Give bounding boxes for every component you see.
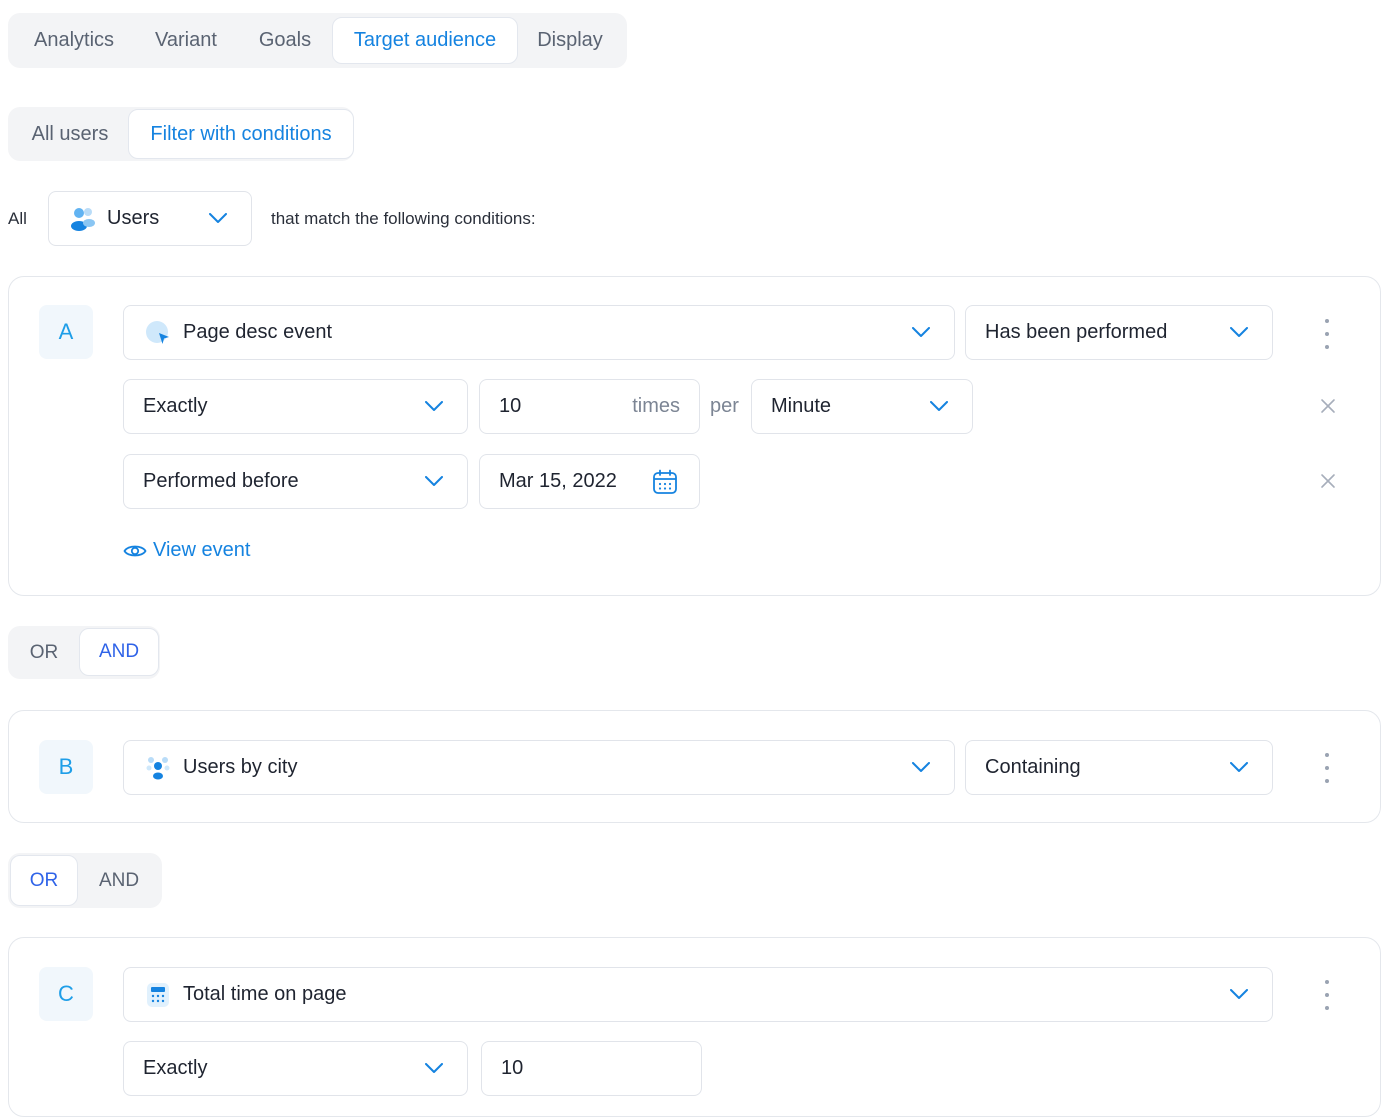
time-mode-value: Performed before [143,470,299,492]
chevron-down-icon [425,400,443,411]
view-event-link[interactable]: View event [123,539,250,562]
users-icon [69,206,97,238]
close-icon[interactable] [1320,473,1336,489]
tab-analytics[interactable]: Analytics [18,17,130,64]
event-select[interactable]: Page desc event [123,305,955,360]
condition-badge: B [39,740,93,794]
cursor-click-icon [145,320,171,352]
chevron-down-icon [1230,761,1248,772]
period-select[interactable]: Minute [751,379,973,434]
count-input-value: 10 [499,395,522,417]
chevron-down-icon [1230,326,1248,337]
condition-card-c: C Total time on page Exactly 10 [8,937,1381,1117]
condition-card-a: A Page desc event Has been performed Exa… [8,276,1381,596]
count-unit: times [632,395,680,417]
event-select-value: Page desc event [183,321,332,343]
or-option[interactable]: OR [12,629,76,676]
more-options-icon[interactable] [1317,753,1337,783]
chevron-down-icon [912,326,930,337]
operator-select[interactable]: Has been performed [965,305,1273,360]
operator-select-value: Containing [985,756,1081,778]
date-input-value: Mar 15, 2022 [499,470,617,492]
chevron-down-icon [425,1062,443,1073]
frequency-mode-value: Exactly [143,395,208,417]
calendar-icon[interactable] [652,469,678,501]
audience-mode-toggle: All users Filter with conditions [8,107,354,161]
match-prefix: All [8,209,27,228]
filter-with-conditions-option[interactable]: Filter with conditions [128,109,354,159]
or-option[interactable]: OR [10,855,78,906]
chevron-down-icon [425,475,443,486]
more-options-icon[interactable] [1317,319,1337,349]
match-suffix: that match the following conditions: [271,209,536,228]
tab-variant[interactable]: Variant [140,17,232,64]
operator-select-value: Has been performed [985,321,1168,343]
attribute-select-value: Users by city [183,756,298,778]
attribute-select[interactable]: Users by city [123,740,955,795]
calculator-icon [145,982,171,1014]
all-users-option[interactable]: All users [16,110,124,158]
chevron-down-icon [912,761,930,772]
comparison-mode-value: Exactly [143,1057,208,1079]
close-icon[interactable] [1320,398,1336,414]
tab-goals[interactable]: Goals [244,17,326,64]
top-tabs: Analytics Variant Goals Target audience … [8,13,627,68]
view-event-label: View event [153,539,251,561]
eye-icon [123,542,147,560]
more-options-icon[interactable] [1317,980,1337,1010]
value-input-value: 10 [501,1057,524,1079]
chevron-down-icon [1230,988,1248,999]
count-input[interactable]: 10 times [479,379,700,434]
period-select-value: Minute [771,395,832,417]
tab-display[interactable]: Display [524,17,616,64]
and-option[interactable]: AND [82,856,156,905]
value-input[interactable]: 10 [481,1041,702,1096]
condition-badge: C [39,967,93,1021]
comparison-mode-select[interactable]: Exactly [123,1041,468,1096]
per-label: per [710,395,739,417]
entity-select-value: Users [107,207,160,229]
chevron-down-icon [209,212,227,223]
entity-select[interactable]: Users [48,191,252,246]
users-group-icon [145,755,171,787]
frequency-mode-select[interactable]: Exactly [123,379,468,434]
tab-target-audience[interactable]: Target audience [332,17,518,64]
chevron-down-icon [930,400,948,411]
metric-select[interactable]: Total time on page [123,967,1273,1022]
time-mode-select[interactable]: Performed before [123,454,468,509]
logic-toggle-2: OR AND [8,853,162,908]
logic-toggle-1: OR AND [8,626,160,679]
condition-card-b: B Users by city Containing [8,710,1381,823]
metric-select-value: Total time on page [183,983,347,1005]
and-option[interactable]: AND [79,628,159,676]
date-input[interactable]: Mar 15, 2022 [479,454,700,509]
operator-select[interactable]: Containing [965,740,1273,795]
condition-badge: A [39,305,93,359]
